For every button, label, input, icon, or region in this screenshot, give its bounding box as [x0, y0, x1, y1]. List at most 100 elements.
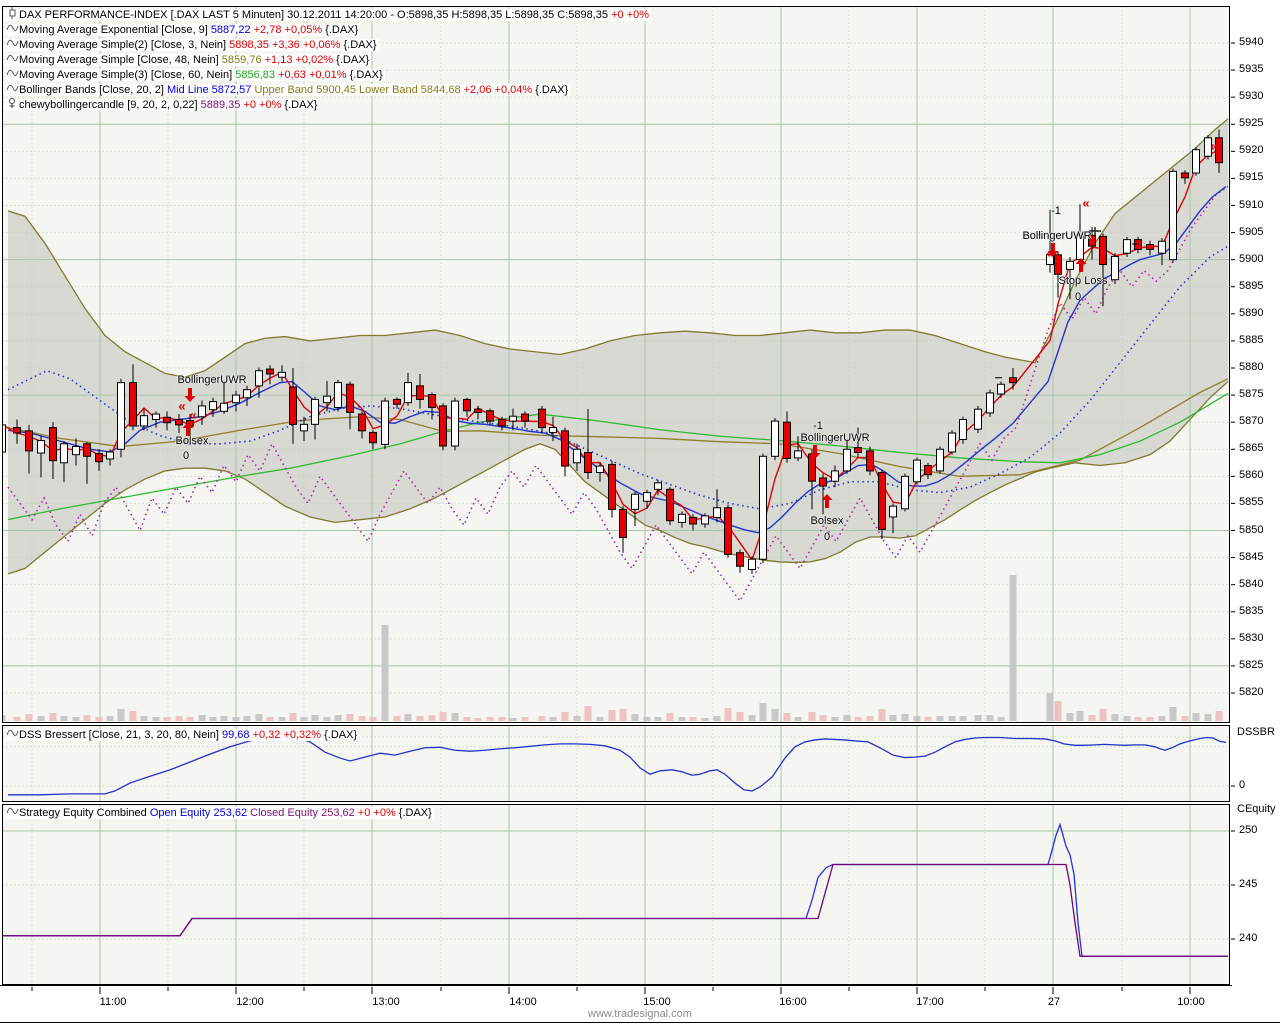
chewy-signal-marker: « [178, 399, 185, 414]
legend-text: 5887,22 [211, 24, 251, 36]
legend-text: {.DAX} [333, 54, 369, 66]
signal-label: BollingerUWR [177, 374, 246, 386]
wave-icon [6, 805, 19, 816]
dss-axis-title: DSSBR [1237, 726, 1275, 738]
legend-row[interactable]: Bollinger Bands [Close, 20, 2] Mid Line … [5, 82, 651, 97]
price-tick-label: 5855 [1239, 496, 1263, 508]
legend-text: +0 +0% [355, 807, 396, 819]
legend-text: Moving Average Simple(2) [Close, 3, Nein… [19, 39, 229, 51]
price-tick-label: 5885 [1239, 334, 1263, 346]
time-tick-label: 12:00 [226, 996, 274, 1008]
dss-tick-label: 0 [1239, 779, 1245, 791]
signal-label: -1 [813, 420, 823, 432]
legend-text: 5898,35 +3,36 +0,06% [229, 39, 340, 51]
legend-text: Strategy Equity Combined [19, 807, 150, 819]
wave-icon [6, 37, 19, 48]
price-tick-label: 5895 [1239, 280, 1263, 292]
price-tick-label: 5835 [1239, 605, 1263, 617]
price-tick-label: 5915 [1239, 171, 1263, 183]
wave-icon [6, 727, 19, 738]
price-tick-label: 5905 [1239, 226, 1263, 238]
legend-text: Bollinger Bands [Close, 20, 2] [19, 84, 167, 96]
legend-text: Moving Average Exponential [Close, 9] [19, 24, 211, 36]
wave-icon [6, 67, 19, 78]
tradesignal-chart-window: DAX PERFORMANCE-INDEX [.DAX LAST 5 Minut… [0, 0, 1280, 1024]
legend-text: +1,13 +0,02% [262, 54, 334, 66]
legend-text: DSS Bressert [Close, 21, 3, 20, 80, Nein… [19, 729, 222, 741]
time-tick-label: 15:00 [633, 996, 681, 1008]
signal-label: 0 [824, 531, 830, 543]
price-tick-label: 5825 [1239, 659, 1263, 671]
legend-text: DAX PERFORMANCE-INDEX [.DAX LAST 5 Minut… [19, 9, 608, 21]
legend-text: {.DAX} [532, 84, 568, 96]
equity-panel-legend: Strategy Equity Combined Open Equity 253… [5, 805, 434, 820]
price-tick-label: 5865 [1239, 442, 1263, 454]
time-tick-label: 17:00 [906, 996, 954, 1008]
price-tick-label: 5890 [1239, 307, 1263, 319]
legend-text: {.DAX} [347, 69, 383, 81]
signal-label: Stop Loss [1059, 275, 1108, 287]
legend-text: +2,78 +0,05% [251, 24, 323, 36]
legend-row[interactable]: Moving Average Exponential [Close, 9] 58… [5, 22, 651, 37]
legend-text: +0 +0% [608, 9, 649, 21]
legend-text: {.DAX} [321, 729, 357, 741]
equity-tick-label: 240 [1239, 932, 1257, 944]
legend-text: 99,68 [222, 729, 250, 741]
legend-text: Open Equity 253,62 [150, 807, 247, 819]
chart-canvas[interactable] [0, 0, 1280, 1024]
time-tick-label: 13:00 [362, 996, 410, 1008]
legend-text: +0,63 +0,01% [275, 69, 347, 81]
legend-text: +0 +0% [240, 99, 281, 111]
signal-label: BollingerUWR [800, 432, 869, 444]
time-tick-label: 10:00 [1167, 996, 1215, 1008]
main-chart-legend: DAX PERFORMANCE-INDEX [.DAX LAST 5 Minut… [5, 7, 651, 112]
legend-row[interactable]: Moving Average Simple(2) [Close, 3, Nein… [5, 37, 651, 52]
legend-row[interactable]: Strategy Equity Combined Open Equity 253… [5, 805, 434, 820]
signal-label: Bolsex [810, 515, 843, 527]
legend-row[interactable]: Moving Average Simple [Close, 48, Nein] … [5, 52, 651, 67]
price-tick-label: 5840 [1239, 578, 1263, 590]
signal-label: BollingerUWR [1022, 230, 1091, 242]
chewy-signal-marker: « [1210, 139, 1217, 154]
legend-row[interactable]: chewybollingercandle [9, 20, 2, 0,22] 58… [5, 97, 651, 112]
price-tick-label: 5850 [1239, 524, 1263, 536]
signal-label: Bolsex [175, 435, 208, 447]
chewy-signal-marker: « [1082, 196, 1089, 211]
time-tick-label: 11:00 [89, 996, 137, 1008]
price-tick-label: 5940 [1239, 36, 1263, 48]
price-tick-label: 5935 [1239, 63, 1263, 75]
legend-text: Moving Average Simple(3) [Close, 60, Nei… [19, 69, 235, 81]
legend-text: 5856,83 [235, 69, 275, 81]
time-tick-label: 16:00 [769, 996, 817, 1008]
chewy-signal-marker: « [1046, 246, 1053, 261]
legend-text: +0,32 +0,32% [250, 729, 322, 741]
legend-text: {.DAX} [322, 24, 358, 36]
signal-label: 0 [1075, 291, 1081, 303]
equity-tick-label: 245 [1239, 878, 1257, 890]
legend-text: Lower Band 5844,68 [359, 84, 461, 96]
price-tick-label: 5930 [1239, 90, 1263, 102]
legend-text: Upper Band 5900,45 [254, 84, 356, 96]
price-tick-label: 5900 [1239, 253, 1263, 265]
legend-text: {.DAX} [340, 39, 376, 51]
legend-row[interactable]: Moving Average Simple(3) [Close, 60, Nei… [5, 67, 651, 82]
wave-icon [6, 22, 19, 33]
price-tick-label: 5910 [1239, 199, 1263, 211]
dss-panel-legend: DSS Bressert [Close, 21, 3, 20, 80, Nein… [5, 727, 359, 742]
legend-text: 5889,35 [201, 99, 241, 111]
legend-text: 5859,76 [222, 54, 262, 66]
legend-row[interactable]: DSS Bressert [Close, 21, 3, 20, 80, Nein… [5, 727, 359, 742]
legend-row[interactable]: DAX PERFORMANCE-INDEX [.DAX LAST 5 Minut… [5, 7, 651, 22]
price-tick-label: 5920 [1239, 144, 1263, 156]
candlestick-icon [6, 7, 19, 18]
signal-label: 0 [183, 450, 189, 462]
legend-text: Moving Average Simple [Close, 48, Nein] [19, 54, 222, 66]
wave-icon [6, 52, 19, 63]
legend-text: chewybollingercandle [9, 20, 2, 0,22] [19, 99, 201, 111]
price-tick-label: 5845 [1239, 551, 1263, 563]
legend-text: Closed Equity 253,62 [250, 807, 355, 819]
watermark: www.tradesignal.com [0, 1008, 1280, 1020]
equity-tick-label: 250 [1239, 824, 1257, 836]
price-tick-label: 5830 [1239, 632, 1263, 644]
price-tick-label: 5925 [1239, 117, 1263, 129]
